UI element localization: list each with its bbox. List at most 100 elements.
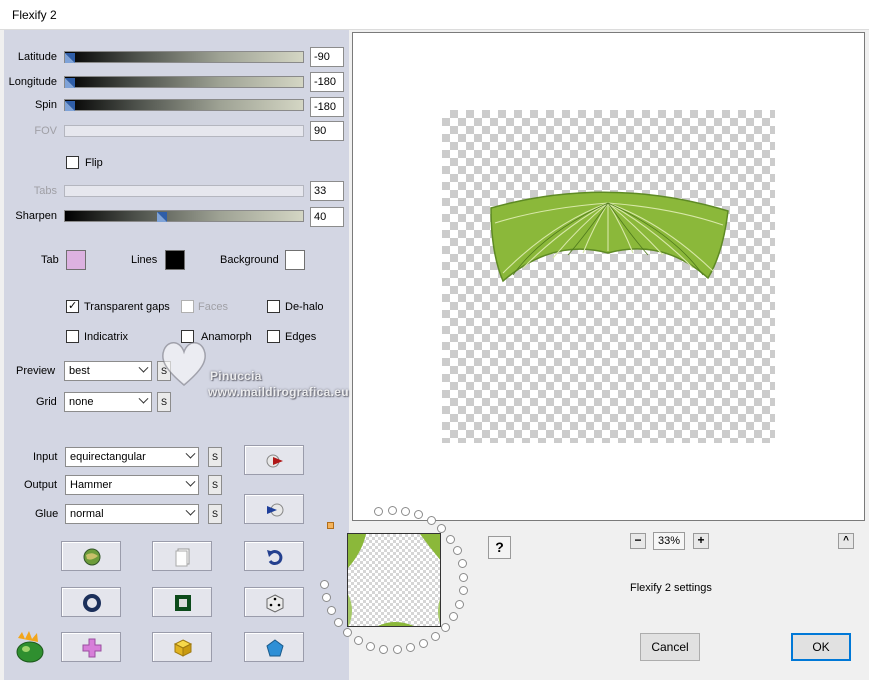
dial-dot[interactable] (320, 580, 329, 589)
preview-mode-value: best (69, 365, 90, 377)
glue-s-button[interactable]: S (208, 504, 222, 524)
flip-checkbox[interactable] (66, 156, 79, 169)
cross-tool-button[interactable] (61, 632, 121, 662)
dial-dot[interactable] (419, 639, 428, 648)
grid-value: none (69, 396, 94, 408)
dial-dot[interactable] (388, 506, 397, 515)
de-halo-checkbox[interactable] (267, 300, 280, 313)
sharpen-slider[interactable] (64, 210, 304, 222)
sphere-arrow-left-icon (267, 503, 284, 517)
dial-dot[interactable] (446, 535, 455, 544)
output-to-input-button[interactable] (244, 494, 304, 524)
dial-dot[interactable] (455, 600, 464, 609)
random-tool-button[interactable] (244, 587, 304, 617)
pentagon-tool-button[interactable] (244, 632, 304, 662)
dial-dot[interactable] (393, 645, 402, 654)
input-s-button[interactable]: S (208, 447, 222, 467)
ring-tool-button[interactable] (61, 587, 121, 617)
zoom-in-button[interactable]: + (693, 533, 709, 549)
longitude-value[interactable]: -180 (310, 72, 344, 92)
flip-label: Flip (85, 157, 103, 169)
watermark-name: Pinuccia (210, 369, 262, 383)
tab-color-swatch[interactable] (66, 250, 86, 270)
help-icon: ? (495, 539, 504, 555)
fov-slider (64, 125, 304, 137)
dial-dot[interactable] (343, 628, 352, 637)
cube-tool-button[interactable] (152, 632, 212, 662)
dial-dot[interactable] (449, 612, 458, 621)
chevron-down-icon (185, 505, 196, 516)
longitude-label: Longitude (8, 76, 57, 88)
input-label: Input (33, 451, 58, 463)
dial-dot[interactable] (427, 516, 436, 525)
leaf-render-preview (490, 191, 729, 283)
preview-canvas[interactable] (352, 32, 865, 521)
tab-color-label: Tab (41, 254, 59, 266)
navigator-thumbnail[interactable] (347, 533, 441, 627)
cancel-button[interactable]: Cancel (640, 633, 700, 661)
dice-icon (266, 594, 284, 613)
sharpen-thumb[interactable] (157, 212, 167, 222)
dial-dot[interactable] (374, 507, 383, 516)
help-button[interactable]: ? (488, 536, 511, 559)
frame-icon (175, 595, 191, 611)
input-select[interactable]: equirectangular (65, 447, 199, 467)
spin-value[interactable]: -180 (310, 97, 344, 117)
dial-dot[interactable] (431, 632, 440, 641)
input-to-output-button[interactable] (244, 445, 304, 475)
dial-dot[interactable] (327, 606, 336, 615)
dial-dot[interactable] (334, 618, 343, 627)
dial-dot[interactable] (453, 546, 462, 555)
cross-icon (82, 638, 102, 658)
chevron-up-icon: ^ (843, 535, 849, 546)
tabs-value: 33 (310, 181, 344, 201)
dial-dot[interactable] (458, 559, 467, 568)
globe-tool-button[interactable] (61, 541, 121, 571)
longitude-thumb[interactable] (65, 78, 75, 88)
indicatrix-checkbox[interactable] (66, 330, 79, 343)
dial-dot[interactable] (437, 524, 446, 533)
check-icon: ✓ (68, 300, 78, 312)
output-label: Output (24, 479, 58, 491)
spin-thumb[interactable] (65, 101, 75, 111)
output-value: Hammer (70, 479, 113, 491)
dial-dot[interactable] (406, 643, 415, 652)
frame-tool-button[interactable] (152, 587, 212, 617)
latitude-value[interactable]: -90 (310, 47, 344, 67)
transparent-gaps-checkbox[interactable]: ✓ (66, 300, 79, 313)
edges-label: Edges (285, 331, 317, 343)
background-color-swatch[interactable] (285, 250, 305, 270)
sharpen-value[interactable]: 40 (310, 207, 344, 227)
dial-dot[interactable] (322, 593, 331, 602)
latitude-slider[interactable] (64, 51, 304, 63)
dial-dot[interactable] (441, 623, 450, 632)
grid-s-button[interactable]: S (157, 392, 171, 412)
output-s-button[interactable]: S (208, 475, 222, 495)
dial-dot[interactable] (401, 507, 410, 516)
grid-select[interactable]: none (64, 392, 152, 412)
ok-button[interactable]: OK (791, 633, 851, 661)
dial-dot[interactable] (366, 642, 375, 651)
preview-mode-select[interactable]: best (64, 361, 152, 381)
zoom-out-button[interactable]: − (630, 533, 646, 549)
collapse-button[interactable]: ^ (838, 533, 854, 549)
dial-marker (327, 522, 334, 529)
dial-dot[interactable] (354, 636, 363, 645)
latitude-thumb[interactable] (65, 53, 75, 63)
edges-checkbox[interactable] (267, 330, 280, 343)
lines-color-swatch[interactable] (165, 250, 185, 270)
fov-label: FOV (34, 125, 57, 137)
dial-dot[interactable] (459, 573, 468, 582)
undo-icon (267, 550, 283, 566)
dial-dot[interactable] (414, 510, 423, 519)
dial-dot[interactable] (459, 586, 468, 595)
spin-slider[interactable] (64, 99, 304, 111)
output-select[interactable]: Hammer (65, 475, 199, 495)
settings-caption: Flexify 2 settings (630, 582, 712, 594)
copy-tool-button[interactable] (152, 541, 212, 571)
watermark-heart-icon (162, 342, 206, 386)
dial-dot[interactable] (379, 645, 388, 654)
longitude-slider[interactable] (64, 76, 304, 88)
reset-tool-button[interactable] (244, 541, 304, 571)
glue-select[interactable]: normal (65, 504, 199, 524)
